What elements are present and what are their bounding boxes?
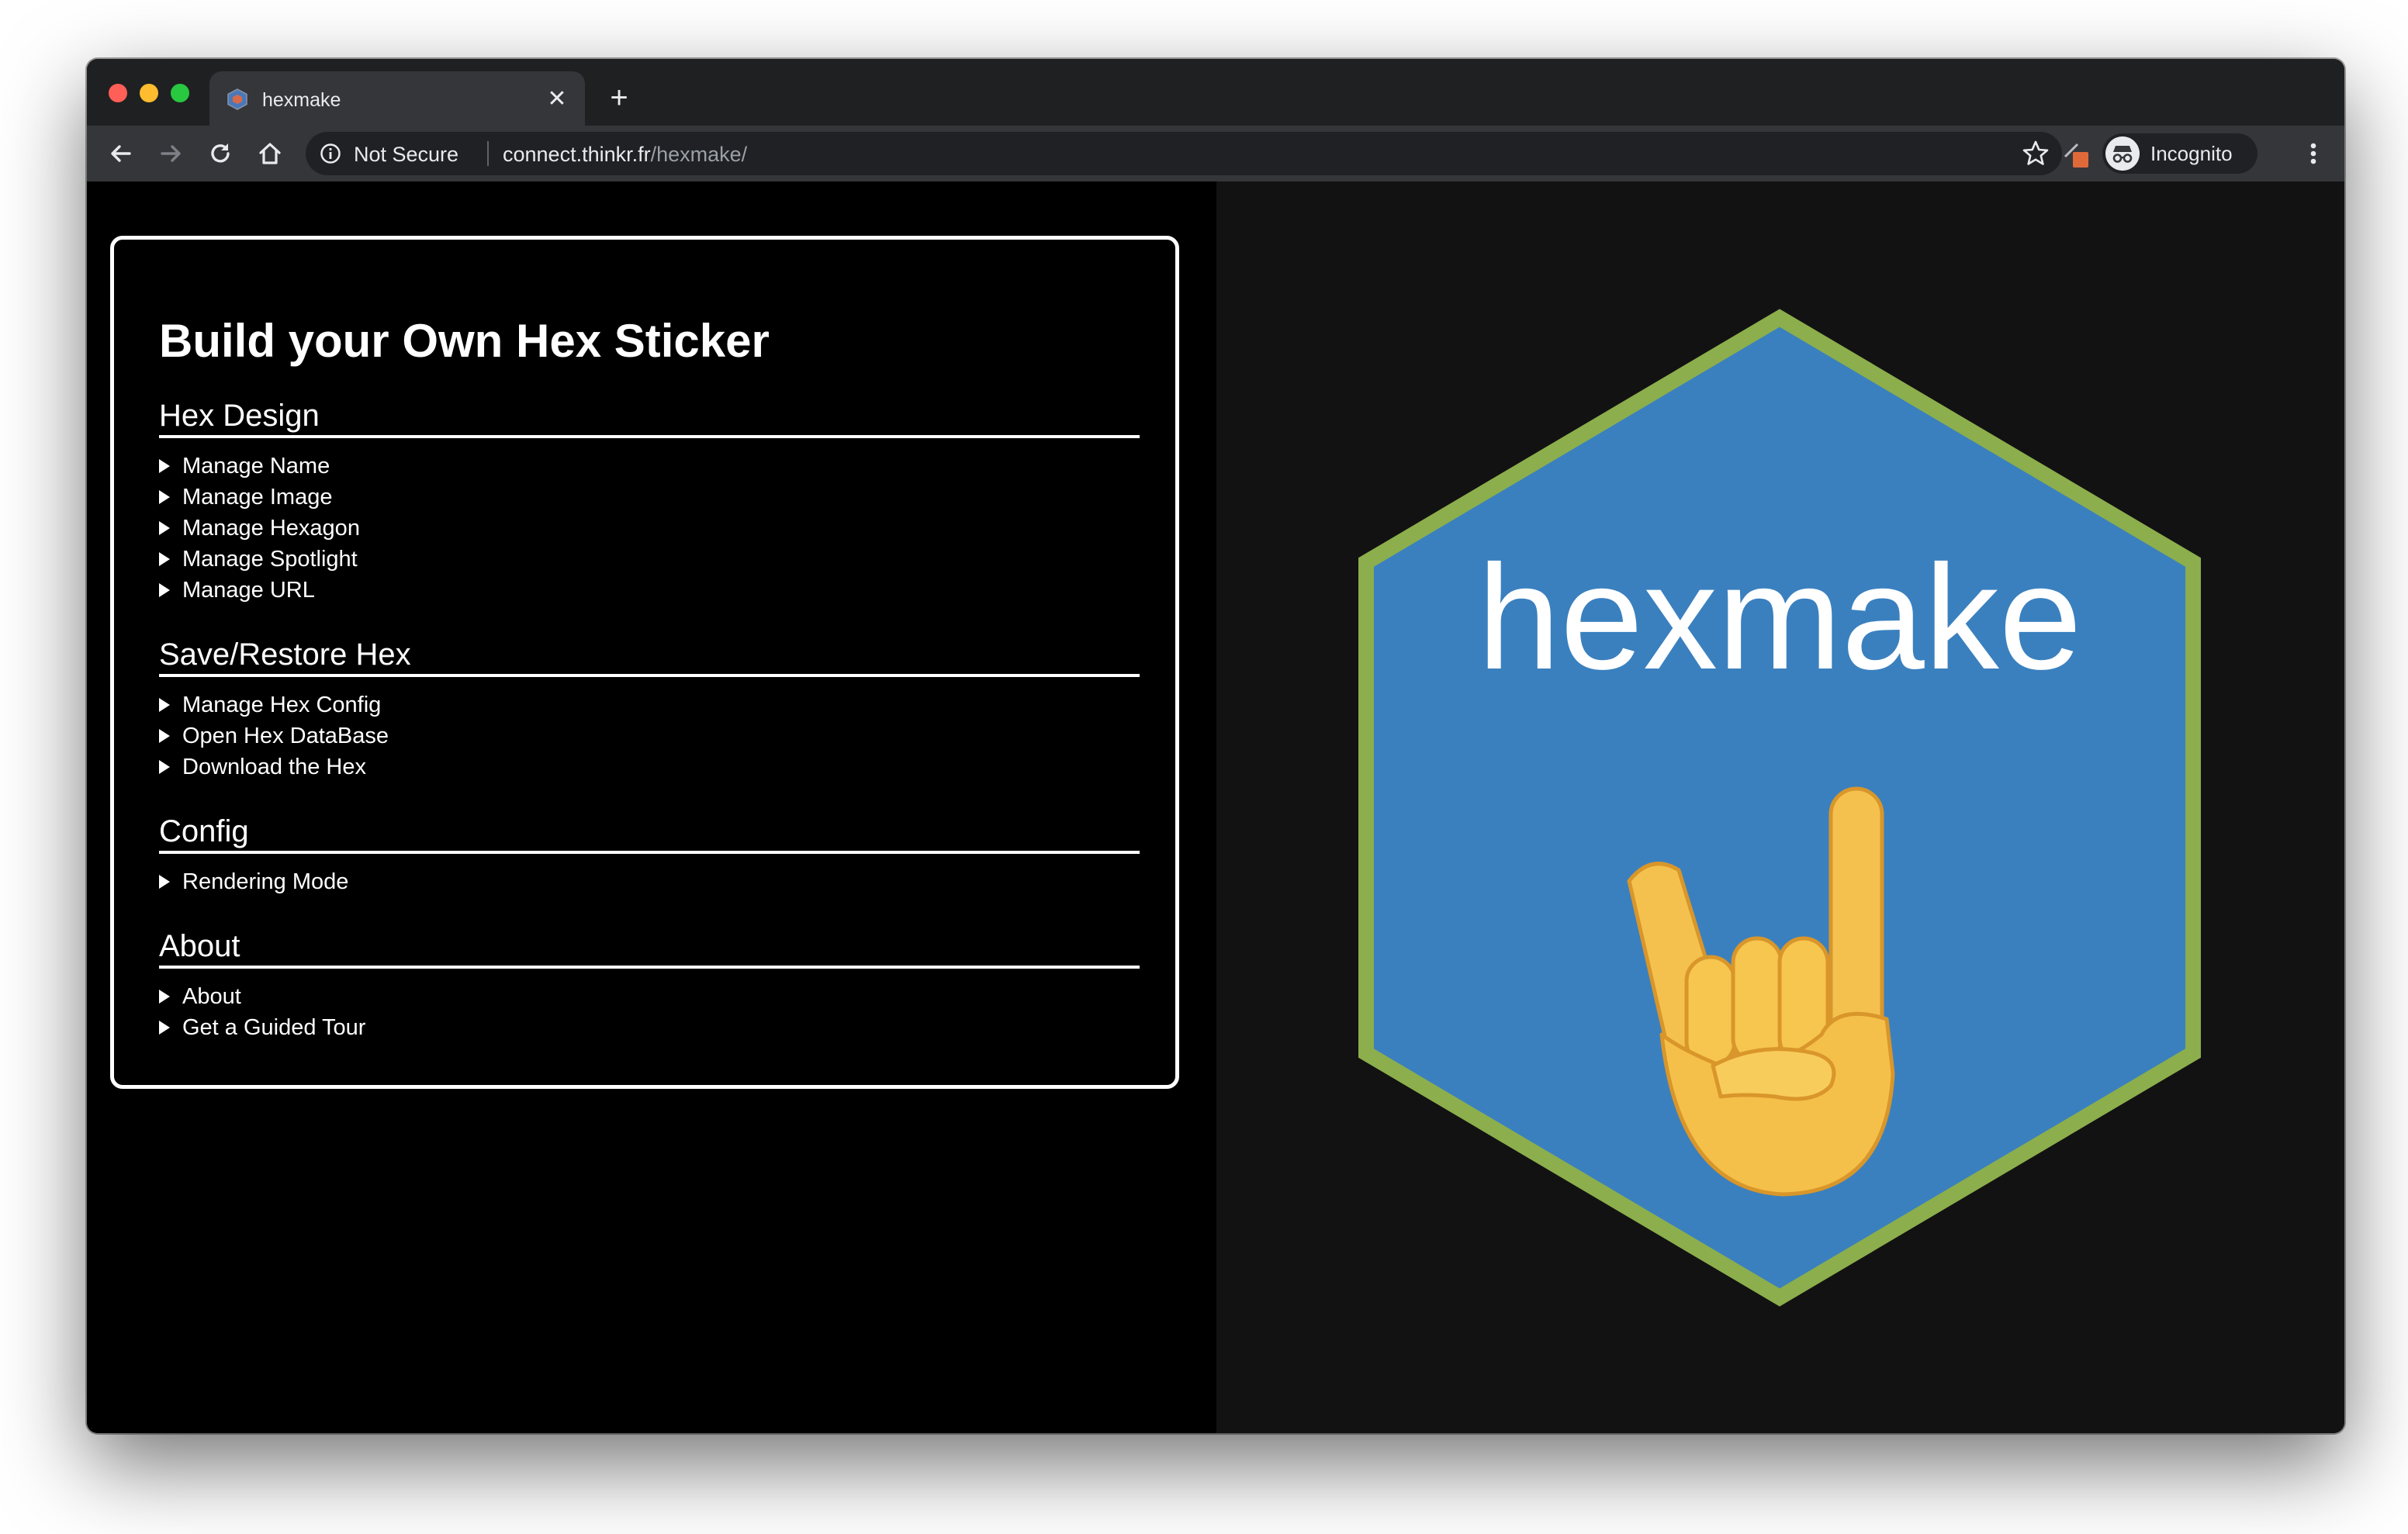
- kebab-menu-icon: [2310, 143, 2316, 164]
- incognito-profile-button[interactable]: Incognito: [2102, 133, 2258, 174]
- triangle-right-icon: [159, 583, 170, 597]
- section-heading: Save/Restore Hex: [159, 637, 1140, 677]
- menu-item-label: Manage Name: [182, 454, 330, 479]
- extension-button[interactable]: [2057, 135, 2095, 172]
- menu-item-label: About: [182, 984, 241, 1009]
- menu-item-guided-tour[interactable]: Get a Guided Tour: [159, 1012, 1140, 1043]
- menu-item-label: Manage URL: [182, 578, 315, 603]
- close-window-button[interactable]: [109, 84, 127, 102]
- triangle-right-icon: [159, 698, 170, 712]
- controls-pane: Build your Own Hex Sticker Hex Design Ma…: [87, 181, 1216, 1433]
- address-bar[interactable]: Not Secure connect.thinkr.fr/hexmake/: [306, 132, 2062, 175]
- controls-panel: Build your Own Hex Sticker Hex Design Ma…: [110, 236, 1179, 1089]
- url-path: /hexmake/: [650, 143, 748, 166]
- minimize-window-button[interactable]: [140, 84, 158, 102]
- forward-button[interactable]: [152, 135, 189, 172]
- menu-item-about[interactable]: About: [159, 981, 1140, 1012]
- home-icon: [259, 143, 281, 164]
- menu-item-manage-image[interactable]: Manage Image: [159, 482, 1140, 513]
- section-heading: About: [159, 928, 1140, 969]
- menu-item-label: Rendering Mode: [182, 869, 349, 894]
- bookmark-star-icon[interactable]: [2020, 138, 2051, 169]
- section-save-restore: Save/Restore Hex Manage Hex Config Open …: [159, 637, 1140, 783]
- browser-window: hexmake ✕ + Not Secure connect.thinkr.fr…: [87, 59, 2344, 1433]
- menu-item-download-hex[interactable]: Download the Hex: [159, 751, 1140, 783]
- page-title: Build your Own Hex Sticker: [159, 315, 770, 367]
- tab-hexmake[interactable]: hexmake ✕: [209, 71, 585, 126]
- menu-item-rendering-mode[interactable]: Rendering Mode: [159, 866, 1140, 897]
- triangle-right-icon: [159, 875, 170, 889]
- menu-item-label: Manage Hexagon: [182, 516, 360, 541]
- reload-icon: [211, 143, 230, 163]
- arrow-right-icon: [161, 145, 181, 162]
- menu-item-manage-url[interactable]: Manage URL: [159, 575, 1140, 606]
- triangle-right-icon: [159, 552, 170, 566]
- incognito-icon: [2105, 136, 2140, 171]
- sticker-name-text: hexmake: [1477, 534, 2081, 700]
- triangle-right-icon: [159, 729, 170, 743]
- maximize-window-button[interactable]: [171, 84, 189, 102]
- menu-item-open-hex-database[interactable]: Open Hex DataBase: [159, 720, 1140, 751]
- arrow-left-icon: [111, 145, 131, 162]
- menu-item-label: Open Hex DataBase: [182, 724, 389, 748]
- menu-item-manage-hexagon[interactable]: Manage Hexagon: [159, 513, 1140, 544]
- triangle-right-icon: [159, 760, 170, 774]
- info-icon[interactable]: [320, 143, 341, 164]
- preview-pane: hexmake: [1216, 181, 2344, 1433]
- menu-item-label: Manage Hex Config: [182, 693, 382, 717]
- section-hex-design: Hex Design Manage Name Manage Image Mana…: [159, 398, 1140, 606]
- menu-item-manage-name[interactable]: Manage Name: [159, 451, 1140, 482]
- triangle-right-icon: [159, 459, 170, 473]
- omnibox-divider: [487, 141, 489, 166]
- section-about: About About Get a Guided Tour: [159, 928, 1140, 1043]
- reload-button[interactable]: [202, 135, 239, 172]
- menu-item-manage-spotlight[interactable]: Manage Spotlight: [159, 544, 1140, 575]
- menu-item-manage-hex-config[interactable]: Manage Hex Config: [159, 689, 1140, 720]
- hex-sticker-preview: hexmake: [1358, 309, 2201, 1307]
- triangle-right-icon: [159, 1021, 170, 1035]
- security-label[interactable]: Not Secure: [354, 142, 458, 167]
- menu-item-label: Download the Hex: [182, 755, 366, 779]
- triangle-right-icon: [159, 490, 170, 504]
- section-config: Config Rendering Mode: [159, 814, 1140, 897]
- browser-menu-button[interactable]: [2295, 135, 2332, 172]
- triangle-right-icon: [159, 990, 170, 1004]
- extension-icon: [2064, 143, 2088, 168]
- incognito-label: Incognito: [2150, 142, 2233, 165]
- back-button[interactable]: [102, 135, 140, 172]
- menu-item-label: Get a Guided Tour: [182, 1015, 366, 1040]
- url-host: connect.thinkr.fr: [503, 143, 651, 166]
- tab-strip: hexmake ✕ +: [87, 59, 2344, 126]
- home-button[interactable]: [251, 135, 289, 172]
- toolbar: Not Secure connect.thinkr.fr/hexmake/ In…: [87, 126, 2344, 181]
- triangle-right-icon: [159, 521, 170, 535]
- new-tab-button[interactable]: +: [604, 82, 635, 113]
- hexagon-favicon-icon: [227, 88, 247, 110]
- url-text[interactable]: connect.thinkr.fr/hexmake/: [503, 142, 747, 167]
- close-tab-icon[interactable]: ✕: [543, 85, 571, 113]
- tab-title: hexmake: [262, 89, 341, 111]
- menu-item-label: Manage Spotlight: [182, 547, 358, 572]
- section-heading: Hex Design: [159, 398, 1140, 438]
- section-heading: Config: [159, 814, 1140, 854]
- menu-item-label: Manage Image: [182, 485, 333, 510]
- page-content: Build your Own Hex Sticker Hex Design Ma…: [87, 181, 2344, 1433]
